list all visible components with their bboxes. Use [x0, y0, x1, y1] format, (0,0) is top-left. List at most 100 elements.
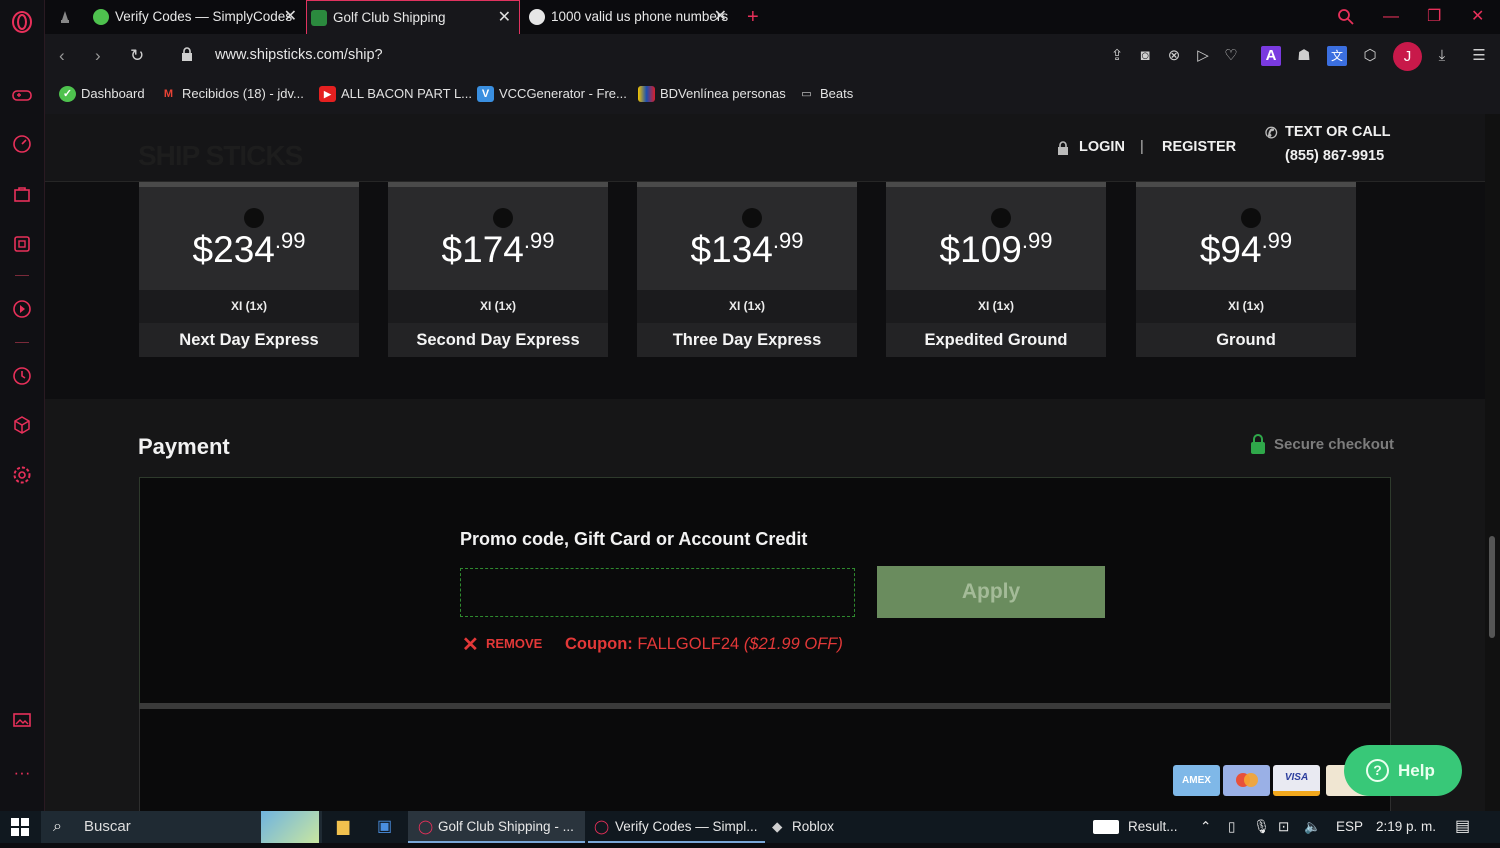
bookmark-gmail[interactable]: M Recibidos (18) - jdv... [160, 86, 304, 102]
shipping-option-card[interactable]: $134.99 XI (1x) Three Day Express [637, 182, 857, 357]
tab-title: Verify Codes — SimplyCodes [115, 9, 293, 24]
shopping-bag-icon[interactable] [11, 183, 33, 205]
speedometer-icon[interactable] [11, 133, 33, 155]
store-icon[interactable]: ▣ [377, 811, 392, 843]
site-logo[interactable]: SHIP STICKS [138, 140, 303, 172]
promo-code-input[interactable] [460, 568, 855, 617]
radio-button[interactable] [493, 208, 513, 228]
tab-phone-numbers[interactable]: 1000 valid us phone numbers ✕ [525, 0, 735, 34]
shipping-option-card[interactable]: $94.99 XI (1x) Ground [1136, 182, 1356, 357]
remove-label: REMOVE [486, 636, 543, 651]
login-link[interactable]: LOGIN [1057, 139, 1125, 155]
tray-chevron-icon[interactable]: ⌃ [1200, 811, 1211, 843]
microphone-icon[interactable]: 🎙 [1253, 811, 1270, 843]
coupon-prefix: Coupon: [565, 635, 633, 653]
close-tab-icon[interactable]: ✕ [284, 0, 297, 34]
shipping-option-card[interactable]: $174.99 XI (1x) Second Day Express [388, 182, 608, 357]
settings-gear-icon[interactable] [11, 464, 33, 486]
tray-device-icon[interactable]: ▯ [1228, 811, 1235, 843]
new-tab-icon[interactable]: + [747, 0, 759, 34]
restore-icon[interactable]: ❐ [1427, 0, 1441, 34]
minimize-icon[interactable]: — [1383, 0, 1399, 34]
tab-golf-club-shipping[interactable]: Golf Club Shipping ✕ [306, 0, 520, 34]
clock[interactable]: 2:19 p. m. [1376, 811, 1436, 843]
apply-button[interactable]: Apply [877, 566, 1105, 618]
close-window-icon[interactable]: ✕ [1471, 0, 1484, 34]
forward-icon[interactable]: › [95, 46, 101, 66]
send-icon[interactable]: ▷ [1193, 46, 1213, 66]
radio-button[interactable] [991, 208, 1011, 228]
gallery-icon[interactable] [11, 709, 33, 731]
bookmark-dashboard[interactable]: ✓ Dashboard [59, 86, 145, 102]
robot-icon[interactable]: ☗ [1294, 46, 1314, 66]
bookmark-vccgenerator[interactable]: V VCCGenerator - Fre... [477, 86, 627, 102]
notifications-icon[interactable]: ▤ [1455, 811, 1470, 843]
windows-start-icon[interactable] [11, 811, 29, 843]
gamepad-icon[interactable] [11, 84, 33, 106]
opera-logo-icon[interactable] [11, 11, 33, 33]
address-bar: ‹ › ↻ www.shipsticks.com/ship? ⇪ ◙ ⊗ ▷ ♡… [45, 34, 1500, 78]
taskbar-app-roblox[interactable]: ◆ Roblox [768, 811, 834, 843]
adblock-icon[interactable]: ⊗ [1164, 46, 1184, 66]
extensions-cube-icon[interactable]: ⬡ [1360, 46, 1380, 66]
taskbar-app-label: Golf Club Shipping - ... [438, 819, 574, 834]
close-tab-icon[interactable]: ✕ [714, 0, 727, 34]
tab-verify-codes[interactable]: Verify Codes — SimplyCodes ✕ [89, 0, 305, 34]
player-icon[interactable] [11, 298, 33, 320]
download-icon[interactable]: ⤓ [1432, 46, 1452, 66]
taskbar-app-label: Roblox [792, 819, 835, 834]
youtube-icon: ▶ [319, 86, 336, 102]
taskbar-app-opera-shipping[interactable]: ◯ Golf Club Shipping - ... [408, 811, 585, 843]
contact-label: TEXT OR CALL [1285, 124, 1391, 140]
taskbar-app-opera-verify[interactable]: ◯ Verify Codes — Simpl... [588, 811, 765, 843]
url-field[interactable]: www.shipsticks.com/ship? [215, 47, 383, 63]
page-scrollbar[interactable] [1485, 114, 1500, 811]
bookmark-youtube[interactable]: ▶ ALL BACON PART L... [319, 86, 472, 102]
taskbar-news-widget[interactable]: Result... [1093, 811, 1178, 843]
share-icon[interactable]: ⇪ [1107, 46, 1127, 66]
radio-button[interactable] [244, 208, 264, 228]
radio-button[interactable] [1241, 208, 1261, 228]
taskbar-search[interactable]: ⌕ Buscar [41, 811, 322, 843]
cube-icon[interactable] [11, 414, 33, 436]
shipping-option-card[interactable]: $234.99 XI (1x) Next Day Express [139, 182, 359, 357]
mastercard-icon [1223, 765, 1270, 796]
quantity-label: XI (1x) [230, 299, 267, 313]
volume-icon[interactable]: 🔈 [1304, 811, 1321, 843]
extension-a-icon[interactable]: A [1261, 46, 1281, 66]
reload-icon[interactable]: ↻ [130, 46, 144, 66]
bookmark-bdvenlinea[interactable]: BDVenlínea personas [638, 86, 786, 102]
translate-icon[interactable]: 文 [1327, 46, 1347, 66]
visa-card-icon: VISA [1273, 765, 1320, 796]
remove-coupon-button[interactable]: ✕ REMOVE [462, 634, 543, 656]
shipping-option-card[interactable]: $109.99 XI (1x) Expedited Ground [886, 182, 1106, 357]
close-tab-icon[interactable]: ✕ [498, 1, 511, 34]
heart-icon[interactable]: ♡ [1221, 46, 1241, 66]
network-icon[interactable]: ⊡ [1278, 811, 1289, 843]
more-dots-icon[interactable]: ··· [11, 762, 33, 784]
language-indicator[interactable]: ESP [1336, 811, 1363, 843]
back-icon[interactable]: ‹ [59, 46, 65, 66]
radio-button[interactable] [742, 208, 762, 228]
mlb-icon [1093, 820, 1119, 834]
scrollbar-thumb[interactable] [1489, 536, 1495, 638]
chip-icon[interactable] [11, 233, 33, 255]
login-label: LOGIN [1079, 139, 1125, 155]
bookmark-label: VCCGenerator - Fre... [499, 86, 627, 101]
search-tabs-icon[interactable] [1337, 0, 1355, 34]
gmail-icon: M [163, 88, 174, 100]
profile-avatar[interactable]: J [1393, 42, 1422, 71]
help-button[interactable]: ? Help [1344, 745, 1462, 796]
easy-setup-icon[interactable]: ☰ [1469, 46, 1489, 66]
contact-phone[interactable]: (855) 867-9915 [1285, 148, 1384, 164]
tab-stack-icon[interactable] [57, 0, 73, 34]
service-name: Expedited Ground [886, 323, 1106, 357]
register-link[interactable]: REGISTER [1162, 139, 1236, 155]
camera-icon[interactable]: ◙ [1135, 46, 1155, 66]
help-label: Help [1398, 761, 1435, 780]
remove-x-icon: ✕ [462, 634, 479, 656]
bookmark-folder-beats[interactable]: ▭ Beats [798, 86, 853, 102]
history-icon[interactable] [11, 365, 33, 387]
sidebar-divider [15, 275, 29, 276]
file-explorer-icon[interactable]: ▆ [337, 811, 349, 843]
